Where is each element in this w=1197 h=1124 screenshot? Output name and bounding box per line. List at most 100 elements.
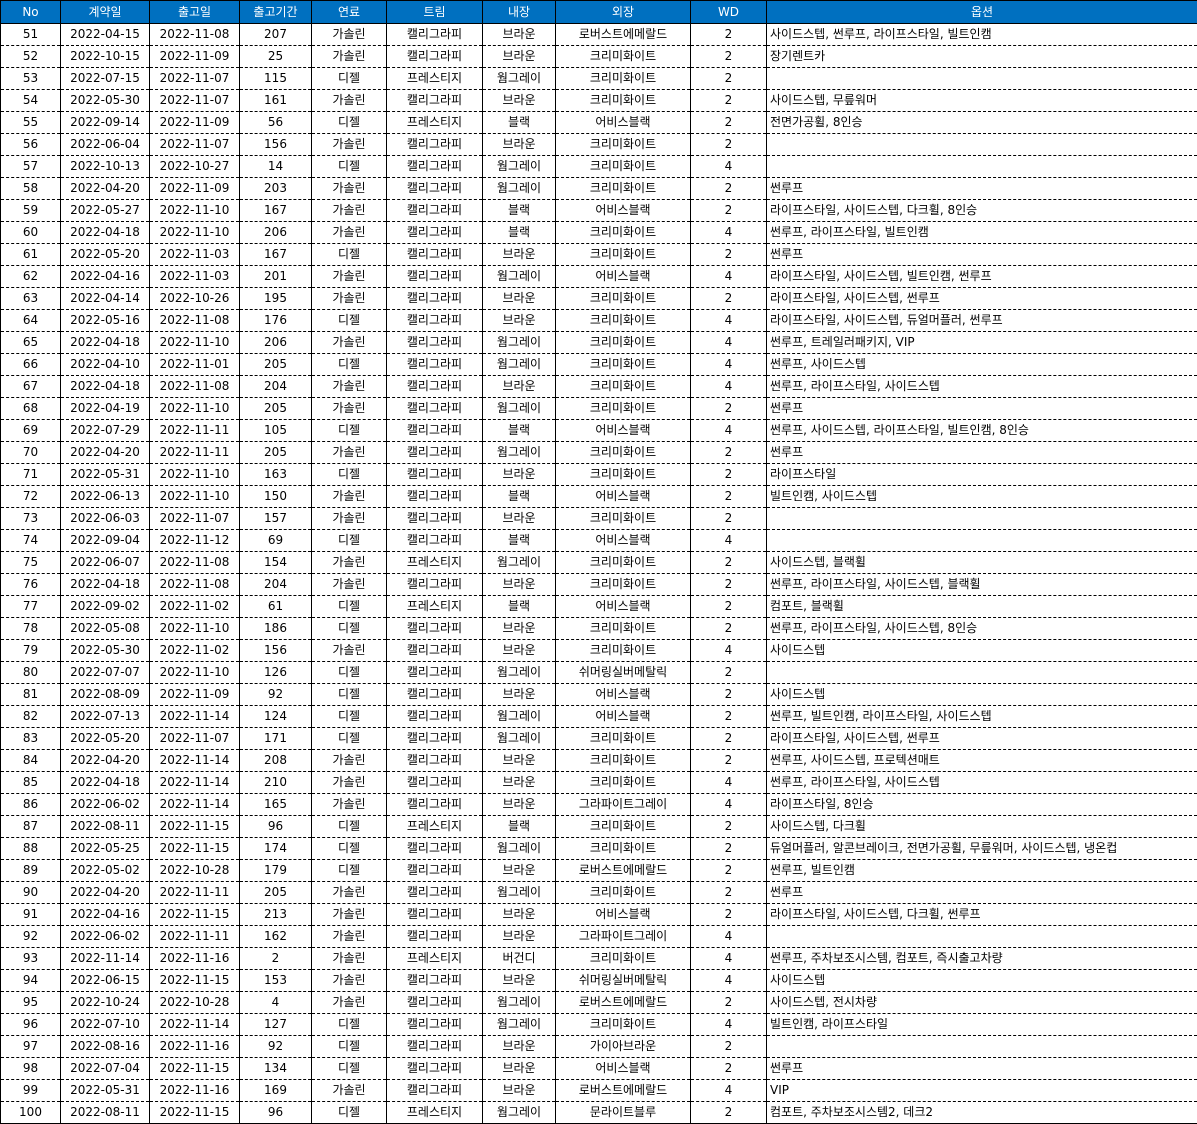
cell-exterior[interactable]: 로버스트에메랄드	[555, 23, 691, 46]
cell-wd[interactable]: 2	[690, 199, 767, 222]
cell-wd[interactable]: 2	[690, 727, 767, 750]
cell-no[interactable]: 85	[0, 771, 61, 794]
cell-options[interactable]: 장기렌트카	[766, 45, 1197, 68]
cell-release-period[interactable]: 208	[239, 749, 312, 772]
cell-options[interactable]: 라이프스타일, 사이드스텝, 빌트인캠, 썬루프	[766, 265, 1197, 288]
cell-no[interactable]: 95	[0, 991, 61, 1014]
cell-trim[interactable]: 캘리그라피	[386, 243, 483, 266]
cell-trim[interactable]: 캘리그라피	[386, 859, 483, 882]
cell-fuel[interactable]: 가솔린	[311, 749, 387, 772]
cell-wd[interactable]: 4	[690, 639, 767, 662]
cell-release-period[interactable]: 176	[239, 309, 312, 332]
cell-exterior[interactable]: 크리미화이트	[555, 947, 691, 970]
cell-wd[interactable]: 2	[690, 45, 767, 68]
cell-wd[interactable]: 2	[690, 463, 767, 486]
cell-interior[interactable]: 브라운	[482, 507, 556, 530]
cell-wd[interactable]: 2	[690, 683, 767, 706]
cell-wd[interactable]: 2	[690, 551, 767, 574]
cell-contract-date[interactable]: 2022-07-13	[60, 705, 150, 728]
cell-options[interactable]: 썬루프, 주차보조시스템, 컴포트, 즉시출고차량	[766, 947, 1197, 970]
cell-contract-date[interactable]: 2022-05-25	[60, 837, 150, 860]
cell-release-date[interactable]: 2022-11-14	[149, 771, 240, 794]
cell-wd[interactable]: 2	[690, 837, 767, 860]
cell-release-period[interactable]: 96	[239, 1101, 312, 1124]
cell-fuel[interactable]: 디젤	[311, 309, 387, 332]
cell-options[interactable]: 썬루프, 사이드스텝, 프로텍션매트	[766, 749, 1197, 772]
cell-release-date[interactable]: 2022-11-11	[149, 441, 240, 464]
cell-wd[interactable]: 4	[690, 771, 767, 794]
cell-interior[interactable]: 웜그레이	[482, 155, 556, 178]
cell-release-period[interactable]: 127	[239, 1013, 312, 1036]
cell-contract-date[interactable]: 2022-06-15	[60, 969, 150, 992]
cell-exterior[interactable]: 그라파이트그레이	[555, 793, 691, 816]
cell-options[interactable]: 사이드스텝	[766, 639, 1197, 662]
cell-exterior[interactable]: 크리미화이트	[555, 727, 691, 750]
cell-release-date[interactable]: 2022-11-12	[149, 529, 240, 552]
cell-trim[interactable]: 캘리그라피	[386, 419, 483, 442]
cell-no[interactable]: 65	[0, 331, 61, 354]
cell-trim[interactable]: 캘리그라피	[386, 661, 483, 684]
cell-contract-date[interactable]: 2022-06-03	[60, 507, 150, 530]
cell-release-date[interactable]: 2022-11-15	[149, 837, 240, 860]
cell-contract-date[interactable]: 2022-04-16	[60, 903, 150, 926]
cell-contract-date[interactable]: 2022-11-14	[60, 947, 150, 970]
cell-release-period[interactable]: 126	[239, 661, 312, 684]
cell-release-period[interactable]: 134	[239, 1057, 312, 1080]
cell-no[interactable]: 91	[0, 903, 61, 926]
cell-no[interactable]: 68	[0, 397, 61, 420]
cell-fuel[interactable]: 디젤	[311, 463, 387, 486]
cell-interior[interactable]: 웜그레이	[482, 265, 556, 288]
cell-wd[interactable]: 2	[690, 991, 767, 1014]
cell-options[interactable]: 썬루프	[766, 881, 1197, 904]
cell-wd[interactable]: 4	[690, 265, 767, 288]
cell-release-period[interactable]: 105	[239, 419, 312, 442]
cell-release-date[interactable]: 2022-11-16	[149, 1079, 240, 1102]
cell-fuel[interactable]: 가솔린	[311, 177, 387, 200]
cell-wd[interactable]: 2	[690, 881, 767, 904]
cell-interior[interactable]: 블랙	[482, 485, 556, 508]
header-cell-no[interactable]: No	[0, 0, 61, 24]
cell-release-date[interactable]: 2022-11-10	[149, 221, 240, 244]
cell-release-date[interactable]: 2022-11-11	[149, 925, 240, 948]
cell-trim[interactable]: 캘리그라피	[386, 375, 483, 398]
cell-no[interactable]: 53	[0, 67, 61, 90]
cell-fuel[interactable]: 디젤	[311, 111, 387, 134]
cell-wd[interactable]: 4	[690, 353, 767, 376]
cell-interior[interactable]: 웜그레이	[482, 991, 556, 1014]
cell-exterior[interactable]: 크리미화이트	[555, 617, 691, 640]
cell-wd[interactable]: 4	[690, 309, 767, 332]
cell-no[interactable]: 74	[0, 529, 61, 552]
cell-options[interactable]: 썬루프, 사이드스텝	[766, 353, 1197, 376]
cell-release-period[interactable]: 163	[239, 463, 312, 486]
cell-release-date[interactable]: 2022-11-14	[149, 793, 240, 816]
cell-release-period[interactable]: 207	[239, 23, 312, 46]
cell-release-period[interactable]: 96	[239, 815, 312, 838]
cell-contract-date[interactable]: 2022-04-18	[60, 573, 150, 596]
cell-wd[interactable]: 2	[690, 111, 767, 134]
cell-fuel[interactable]: 디젤	[311, 859, 387, 882]
cell-trim[interactable]: 캘리그라피	[386, 683, 483, 706]
cell-no[interactable]: 72	[0, 485, 61, 508]
cell-options[interactable]: 썬루프, 빌트인캠	[766, 859, 1197, 882]
cell-contract-date[interactable]: 2022-05-02	[60, 859, 150, 882]
cell-no[interactable]: 77	[0, 595, 61, 618]
cell-contract-date[interactable]: 2022-04-20	[60, 749, 150, 772]
cell-no[interactable]: 98	[0, 1057, 61, 1080]
cell-contract-date[interactable]: 2022-04-18	[60, 221, 150, 244]
cell-contract-date[interactable]: 2022-08-11	[60, 815, 150, 838]
cell-fuel[interactable]: 가솔린	[311, 397, 387, 420]
cell-interior[interactable]: 웜그레이	[482, 67, 556, 90]
cell-options[interactable]: 라이프스타일, 사이드스텝, 썬루프	[766, 287, 1197, 310]
cell-options[interactable]	[766, 925, 1197, 948]
cell-release-date[interactable]: 2022-11-10	[149, 397, 240, 420]
cell-release-date[interactable]: 2022-11-07	[149, 727, 240, 750]
cell-release-date[interactable]: 2022-11-03	[149, 243, 240, 266]
cell-wd[interactable]: 4	[690, 529, 767, 552]
cell-wd[interactable]: 2	[690, 287, 767, 310]
cell-interior[interactable]: 블랙	[482, 595, 556, 618]
cell-options[interactable]: 썬루프	[766, 177, 1197, 200]
cell-release-date[interactable]: 2022-10-26	[149, 287, 240, 310]
header-cell-contract-date[interactable]: 계약일	[60, 0, 150, 24]
cell-contract-date[interactable]: 2022-07-07	[60, 661, 150, 684]
cell-release-date[interactable]: 2022-11-08	[149, 23, 240, 46]
